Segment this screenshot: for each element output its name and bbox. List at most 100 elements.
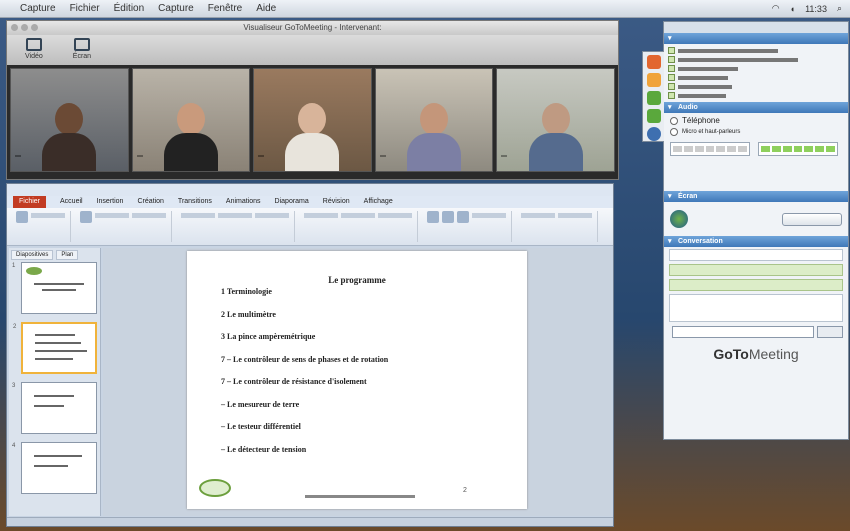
send-button[interactable] xyxy=(817,326,843,338)
participant-row[interactable] xyxy=(668,55,844,64)
settings-icon[interactable] xyxy=(646,127,661,141)
checkbox[interactable] xyxy=(668,65,675,72)
menu-file[interactable]: Fichier xyxy=(70,3,100,14)
tab-view[interactable]: Affichage xyxy=(364,196,393,208)
ribbon-button[interactable] xyxy=(341,213,375,218)
ribbon-button[interactable] xyxy=(255,213,289,218)
ribbon-button[interactable] xyxy=(304,213,338,218)
slide-thumbnail[interactable]: 1 xyxy=(12,262,97,314)
viewer-title: Visualiseur GoToMeeting - Intervenant: xyxy=(243,23,382,32)
ribbon-group-drawing xyxy=(422,211,512,242)
webcam-button[interactable]: Vidéo xyxy=(25,38,43,62)
slide-thumbnail-selected[interactable]: 2 xyxy=(13,322,97,374)
checkbox[interactable] xyxy=(668,92,675,99)
checkbox[interactable] xyxy=(668,74,675,81)
audio-phone-option[interactable]: Téléphone xyxy=(670,116,842,125)
participant-row[interactable] xyxy=(668,64,844,73)
tab-design[interactable]: Création xyxy=(137,196,163,208)
participant-name xyxy=(258,155,265,157)
ribbon-group-font xyxy=(176,211,295,242)
zoom-icon[interactable] xyxy=(31,24,38,31)
audio-mic-option[interactable]: Micro et haut-parleurs xyxy=(670,128,842,136)
audio-bar[interactable]: Audio xyxy=(664,102,848,113)
participant-row[interactable] xyxy=(668,46,844,55)
wifi-icon[interactable]: ◠ xyxy=(772,3,780,14)
checkbox[interactable] xyxy=(668,47,675,54)
styles-icon[interactable] xyxy=(457,211,469,223)
ribbon-button[interactable] xyxy=(378,213,412,218)
webcam-feed[interactable] xyxy=(131,68,251,172)
participant-row[interactable] xyxy=(668,73,844,82)
webcam-feed[interactable] xyxy=(374,68,494,172)
menu-help[interactable]: Aide xyxy=(256,3,276,14)
participant-row[interactable] xyxy=(668,82,844,91)
tab-slideshow[interactable]: Diaporama xyxy=(275,196,309,208)
screen-dropdown[interactable] xyxy=(782,212,842,226)
ribbon-button[interactable] xyxy=(95,213,129,218)
slide-thumbnail[interactable]: 3 xyxy=(12,382,97,434)
tab-insert[interactable]: Insertion xyxy=(97,196,124,208)
ribbon-button[interactable] xyxy=(132,213,166,218)
menu-bar: Capture Fichier Édition Capture Fenêtre … xyxy=(0,0,850,18)
audio-mic-label: Micro et haut-parleurs xyxy=(682,129,741,135)
checkbox[interactable] xyxy=(668,83,675,90)
participant-silhouette xyxy=(285,103,340,171)
participants-bar[interactable] xyxy=(664,33,848,44)
volume-icon[interactable]: ◖ xyxy=(790,4,795,14)
participant-row[interactable] xyxy=(668,91,844,100)
font-size-selector[interactable] xyxy=(218,213,252,218)
menu-capture[interactable]: Capture xyxy=(158,3,194,14)
tab-review[interactable]: Révision xyxy=(323,196,350,208)
radio-button[interactable] xyxy=(670,128,678,136)
brand-meeting: Meeting xyxy=(748,346,799,362)
slide-thumbnail[interactable]: 4 xyxy=(12,442,97,494)
chat-bar[interactable]: Conversation xyxy=(664,236,848,247)
mic-icon[interactable] xyxy=(646,109,661,123)
search-icon[interactable]: ⌕ xyxy=(837,3,842,14)
webcam-icon[interactable] xyxy=(646,91,661,105)
ribbon-button[interactable] xyxy=(521,213,555,218)
slide-list-item: – Le détecteur de tension xyxy=(221,444,307,454)
tab-outline[interactable]: Plan xyxy=(56,250,79,260)
webcam-feed[interactable] xyxy=(253,68,372,172)
screen-share-icon[interactable] xyxy=(646,73,661,87)
chat-section xyxy=(664,247,848,324)
slide-list-item: 7 – Le contrôleur de sens de phases et d… xyxy=(221,354,389,364)
menu-edit[interactable]: Édition xyxy=(114,3,145,14)
menu-app[interactable]: Capture xyxy=(20,3,56,14)
gotomeeting-viewer-window: Visualiseur GoToMeeting - Intervenant: V… xyxy=(6,20,619,180)
screen-button[interactable]: Écran xyxy=(73,38,91,62)
new-slide-icon[interactable] xyxy=(80,211,92,223)
tab-transitions[interactable]: Transitions xyxy=(178,196,212,208)
webcam-feed[interactable] xyxy=(496,68,615,172)
chat-input[interactable] xyxy=(669,294,843,322)
ribbon-tabs: Fichier Accueil Insertion Création Trans… xyxy=(7,196,613,208)
recipient-select[interactable] xyxy=(672,326,814,338)
close-icon[interactable] xyxy=(11,24,18,31)
paste-icon[interactable] xyxy=(16,211,28,223)
menu-window[interactable]: Fenêtre xyxy=(208,3,242,14)
checkbox[interactable] xyxy=(668,56,675,63)
tab-file[interactable]: Fichier xyxy=(13,196,47,208)
ribbon-button[interactable] xyxy=(558,213,592,218)
shapes-icon[interactable] xyxy=(427,211,439,223)
tab-animations[interactable]: Animations xyxy=(226,196,261,208)
clock[interactable]: 11:33 xyxy=(805,4,827,14)
radio-button[interactable] xyxy=(670,116,678,125)
screen-bar[interactable]: Écran xyxy=(664,191,848,202)
chat-recipient-row xyxy=(664,324,848,340)
text-line xyxy=(34,283,84,285)
slide-page-number: 2 xyxy=(463,487,467,494)
current-slide[interactable]: Le programme 1 Terminologie 2 Le multimè… xyxy=(187,251,527,509)
tab-home[interactable]: Accueil xyxy=(60,196,83,208)
arrange-icon[interactable] xyxy=(442,211,454,223)
webcam-feed[interactable] xyxy=(10,68,129,172)
ribbon-button[interactable] xyxy=(472,213,506,218)
close-panel-icon[interactable] xyxy=(646,55,661,69)
tab-slides[interactable]: Diapositives xyxy=(11,250,54,260)
ribbon-button[interactable] xyxy=(31,213,65,218)
ribbon-group-slides xyxy=(75,211,172,242)
participant-silhouette xyxy=(163,103,218,171)
minimize-icon[interactable] xyxy=(21,24,28,31)
font-selector[interactable] xyxy=(181,213,215,218)
